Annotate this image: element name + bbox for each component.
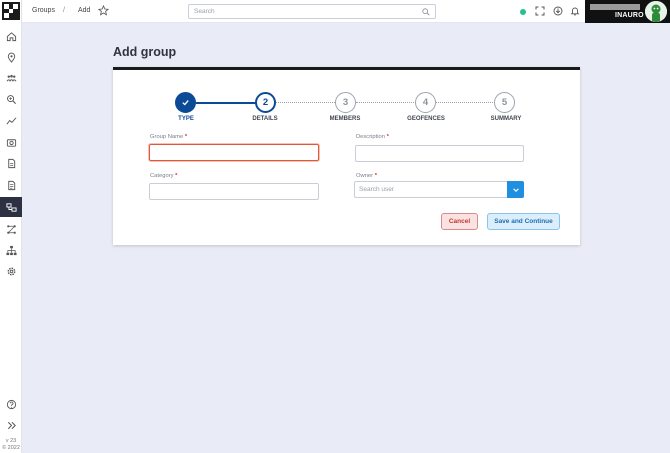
owner-label: Owner *	[356, 173, 377, 179]
cancel-button[interactable]: Cancel	[441, 213, 478, 230]
owner-search-placeholder: Search user	[359, 186, 395, 193]
settings-icon[interactable]	[0, 261, 22, 281]
step-connector-2	[276, 102, 341, 103]
groups-icon[interactable]	[0, 197, 22, 217]
location-pin-icon[interactable]	[0, 47, 22, 67]
step-connector-1	[196, 102, 262, 104]
app-logo[interactable]	[2, 2, 20, 20]
breadcrumb-separator: /	[63, 7, 65, 14]
camera-icon[interactable]	[0, 132, 22, 152]
report-icon[interactable]	[0, 175, 22, 195]
hierarchy-icon[interactable]	[0, 240, 22, 260]
step-connector-4	[436, 102, 501, 103]
group-name-input[interactable]	[149, 144, 319, 161]
step-geofences-circle[interactable]: 4	[415, 92, 436, 113]
chart-line-icon[interactable]	[0, 110, 22, 130]
breadcrumb-groups[interactable]: Groups	[32, 7, 55, 14]
app-version: v 23	[5, 438, 17, 444]
save-and-continue-button[interactable]: Save and Continue	[487, 213, 560, 230]
step-summary-label: SUMMARY	[490, 116, 522, 122]
group-name-label: Group Name *	[150, 134, 188, 140]
step-members-label: MEMBERS	[329, 116, 361, 122]
notification-bell-icon[interactable]	[570, 6, 580, 16]
step-type-label: TYPE	[178, 116, 194, 122]
owner-dropdown-toggle[interactable]	[507, 181, 524, 198]
sidebar: v 23 © 2022	[0, 0, 22, 453]
route-icon[interactable]	[0, 219, 22, 239]
avatar[interactable]	[645, 1, 667, 22]
double-chevron-right-icon[interactable]	[0, 415, 22, 435]
description-label: Description *	[356, 134, 389, 140]
search-zoom-icon[interactable]	[0, 89, 22, 109]
help-circle-icon[interactable]	[0, 394, 22, 414]
search-icon	[422, 8, 430, 16]
step-members-circle[interactable]: 3	[335, 92, 356, 113]
download-icon[interactable]	[553, 6, 563, 16]
global-search-input[interactable]: Search	[188, 4, 436, 19]
fullscreen-icon[interactable]	[535, 6, 545, 16]
user-menu[interactable]: INAURO	[585, 0, 670, 23]
chevron-down-icon	[512, 187, 519, 192]
breadcrumb-add: Add	[78, 7, 91, 14]
step-geofences-label: GEOFENCES	[407, 116, 445, 122]
step-connector-3	[356, 102, 422, 103]
owner-select[interactable]: Search user	[354, 181, 524, 198]
page-title: Add group	[113, 45, 177, 59]
step-type-circle[interactable]	[175, 92, 196, 113]
add-group-card: TYPE 2 DETAILS 3 MEMBERS 4 GEOFENCES 5 S…	[113, 67, 580, 245]
organization-name: INAURO	[615, 12, 644, 19]
people-group-icon[interactable]	[0, 68, 22, 88]
favorite-star-icon[interactable]	[98, 5, 109, 16]
category-label: Category *	[150, 173, 178, 179]
description-input[interactable]	[355, 145, 524, 162]
top-bar: Groups / Add Search INAURO	[22, 0, 670, 23]
step-details-label: DETAILS	[252, 116, 278, 122]
search-placeholder: Search	[194, 8, 215, 15]
username-redacted	[590, 4, 640, 10]
copyright: © 2022	[2, 445, 20, 451]
category-input[interactable]	[149, 183, 319, 200]
step-summary-circle[interactable]: 5	[494, 92, 515, 113]
home-icon[interactable]	[0, 26, 22, 46]
document-icon[interactable]	[0, 153, 22, 173]
checkmark-icon	[182, 100, 189, 106]
connection-status-dot	[520, 9, 526, 15]
step-details-circle[interactable]: 2	[255, 92, 276, 113]
